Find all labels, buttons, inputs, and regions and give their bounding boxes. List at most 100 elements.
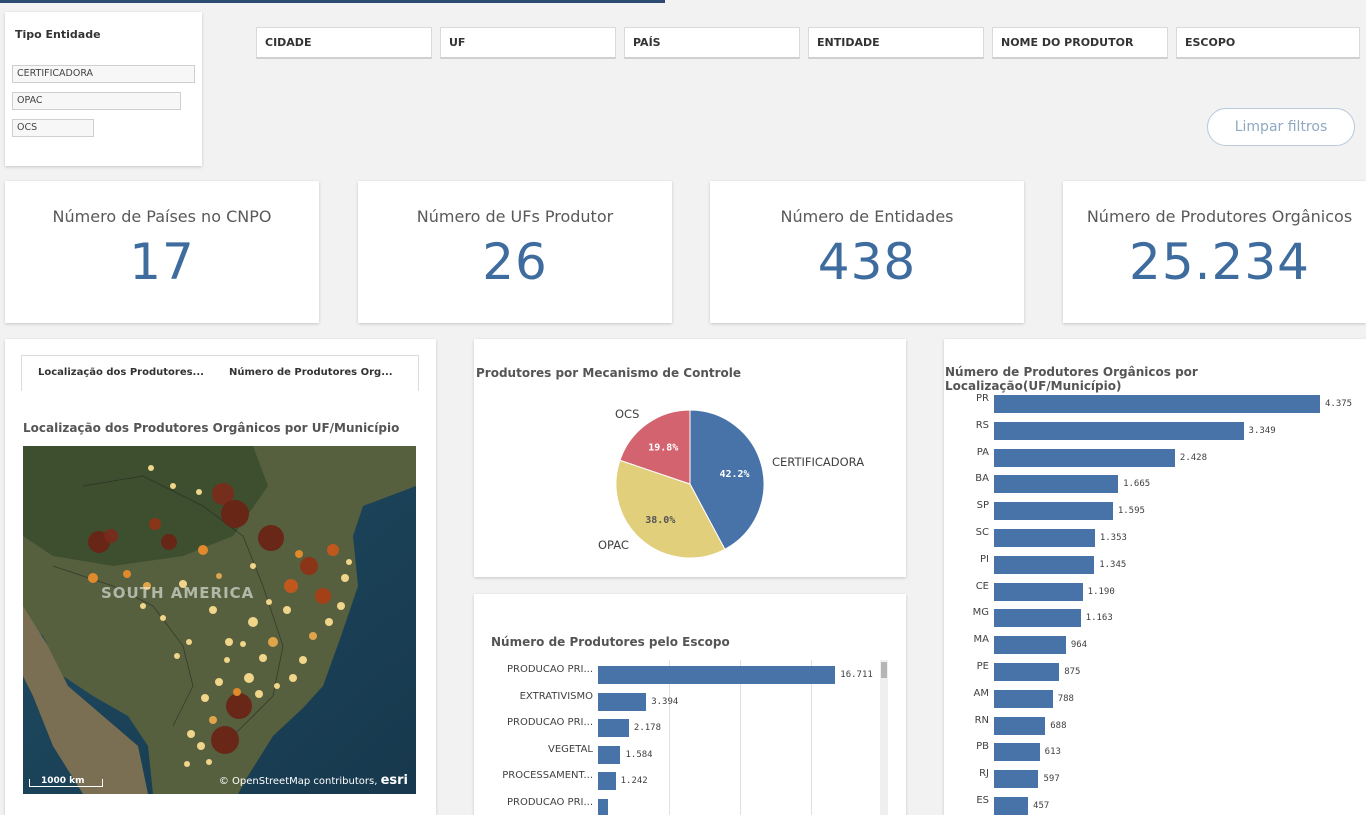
bar-value-label: 1.584 — [625, 749, 653, 760]
bar-category-label: PE — [976, 661, 989, 672]
bar-value-label: 875 — [1064, 667, 1081, 677]
escopo-scrollbar[interactable] — [880, 660, 888, 815]
bar-category-label: PRODUCAO PRI... — [506, 664, 593, 675]
bar-value-label: 457 — [1033, 801, 1050, 811]
filter-pais[interactable]: PAÍS — [624, 27, 800, 59]
tipo-entidade-title: Tipo Entidade — [15, 28, 101, 41]
bar-category-label: SC — [975, 527, 989, 538]
bar-category-label: PA — [976, 446, 989, 458]
filter-escopo[interactable]: ESCOPO — [1176, 27, 1360, 59]
filter-entidade[interactable]: ENTIDADE — [808, 27, 984, 59]
escopo-scroll-thumb[interactable] — [881, 662, 887, 678]
filter-nome-do-produtor[interactable]: NOME DO PRODUTOR — [992, 27, 1168, 59]
uf-panel: Número de Produtores Orgânicos por Local… — [944, 339, 1366, 815]
tab-localizacao[interactable]: Localização dos Produtores... — [38, 367, 204, 378]
scale-text: 1000 km — [41, 776, 85, 786]
bar-value-label: 1.345 — [1099, 559, 1127, 570]
bar[interactable] — [598, 719, 629, 737]
bar[interactable] — [598, 772, 616, 790]
bar-value-label: 613 — [1044, 747, 1061, 758]
pie-value-label: 19.8% — [648, 443, 678, 454]
map-tabs: Localização dos Produtores... Número de … — [21, 355, 419, 391]
bar[interactable] — [994, 636, 1066, 655]
bar[interactable] — [994, 797, 1029, 815]
bar[interactable] — [994, 555, 1095, 574]
bar-category-label: PR — [976, 393, 989, 404]
continent-label: SOUTH AMERICA — [101, 584, 255, 602]
kpi-value: 26 — [482, 233, 548, 291]
bar-category-label: CE — [975, 580, 989, 592]
bar[interactable] — [994, 609, 1081, 628]
bar[interactable] — [994, 743, 1040, 762]
tipo-entidade-panel: Tipo Entidade CERTIFICADORA OPAC OCS — [5, 12, 202, 166]
bar[interactable] — [994, 395, 1320, 413]
map-attribution: © OpenStreetMap contributors, esri — [219, 773, 408, 788]
escopo-panel: Número de Produtores pelo Escopo PRODUCA… — [474, 594, 906, 815]
bar[interactable] — [994, 448, 1175, 467]
pie-panel: Produtores por Mecanismo de Controle 42.… — [474, 339, 906, 577]
tipo-entidade-item-opac[interactable]: OPAC — [12, 92, 181, 110]
kpi-ufs: Número de UFs Produtor 26 — [358, 181, 672, 323]
bar-value-label: 3.394 — [651, 696, 679, 707]
tab-numero-produtores[interactable]: Número de Produtores Org... — [229, 367, 393, 378]
pie-value-label: 42.2% — [719, 469, 749, 480]
esri-logo: esri — [380, 773, 408, 788]
top-accent-line — [0, 0, 665, 3]
bar-category-label: ES — [976, 795, 989, 806]
bar-value-label: 788 — [1057, 693, 1074, 704]
map-panel: Localização dos Produtores... Número de … — [5, 339, 436, 815]
kpi-paises: Número de Países no CNPO 17 — [5, 181, 319, 323]
bar-category-label: PRODUCAO PRI... — [506, 717, 593, 728]
kpi-value: 17 — [129, 233, 195, 291]
bar[interactable] — [598, 745, 621, 764]
bar[interactable] — [994, 502, 1113, 521]
tipo-entidade-item-ocs[interactable]: OCS — [12, 119, 94, 137]
kpi-entidades: Número de Entidades 438 — [710, 181, 1024, 323]
bar-category-label: RJ — [979, 768, 989, 780]
bar-value-label: 2.178 — [633, 723, 662, 733]
bar-value-label: 1.665 — [1123, 479, 1151, 490]
bar-value-label: 3.349 — [1248, 425, 1276, 436]
bar[interactable] — [598, 798, 608, 815]
pie-label-certificadora: CERTIFICADORA — [772, 455, 865, 469]
uf-chart: PR 4.375 RS 3.349 PA 2.428 BA 1.665 SP 1.595 SC 1.3… — [944, 339, 1366, 815]
bar[interactable] — [994, 689, 1053, 708]
bar-value-label: 2.428 — [1179, 452, 1207, 463]
filter-uf[interactable]: UF — [440, 27, 616, 59]
filter-cidade[interactable]: CIDADE — [256, 27, 432, 59]
kpi-value: 25.234 — [1129, 233, 1310, 291]
bar[interactable] — [994, 421, 1244, 440]
pie-label-ocs: OCS — [615, 407, 640, 421]
attribution-text: © OpenStreetMap contributors, — [218, 776, 378, 787]
bar-value-label: 1.242 — [620, 776, 648, 786]
map-title: Localização dos Produtores Orgânicos por… — [23, 421, 400, 435]
bar[interactable] — [598, 692, 647, 711]
bar[interactable] — [994, 663, 1060, 681]
bar-value-label: 1.353 — [1099, 533, 1127, 543]
kpi-label: Número de Entidades — [780, 207, 954, 226]
bar-category-label: SP — [976, 500, 989, 512]
bar-category-label: RS — [975, 419, 989, 431]
bar-category-label: EXTRATIVISMO — [519, 690, 593, 702]
bar-category-label: VEGETAL — [548, 743, 593, 755]
bar-value-label: 1.595 — [1117, 506, 1145, 517]
map-canvas — [23, 446, 416, 794]
pie-label-opac: OPAC — [598, 538, 629, 552]
bar[interactable] — [994, 529, 1095, 547]
bar-value-label: 4.375 — [1325, 399, 1353, 409]
bar-category-label: MG — [972, 607, 989, 619]
limpar-filtros-button[interactable]: Limpar filtros — [1207, 108, 1355, 146]
bar[interactable] — [994, 475, 1119, 494]
bar[interactable] — [994, 716, 1046, 735]
tipo-entidade-item-certificadora[interactable]: CERTIFICADORA — [12, 65, 195, 83]
bar[interactable] — [994, 770, 1039, 789]
bar-category-label: RN — [974, 714, 989, 726]
bar-value-label: 597 — [1043, 774, 1060, 785]
kpi-label: Número de UFs Produtor — [416, 207, 614, 226]
bar-value-label: 1.163 — [1085, 613, 1113, 624]
bar[interactable] — [598, 666, 836, 684]
map-view[interactable]: SOUTH AMERICA 1000 km © OpenStreetMap co… — [23, 446, 416, 794]
kpi-produtores: Número de Produtores Orgânicos 25.234 — [1063, 181, 1366, 323]
bar[interactable] — [994, 582, 1083, 601]
bar-value-label: 964 — [1070, 640, 1088, 651]
